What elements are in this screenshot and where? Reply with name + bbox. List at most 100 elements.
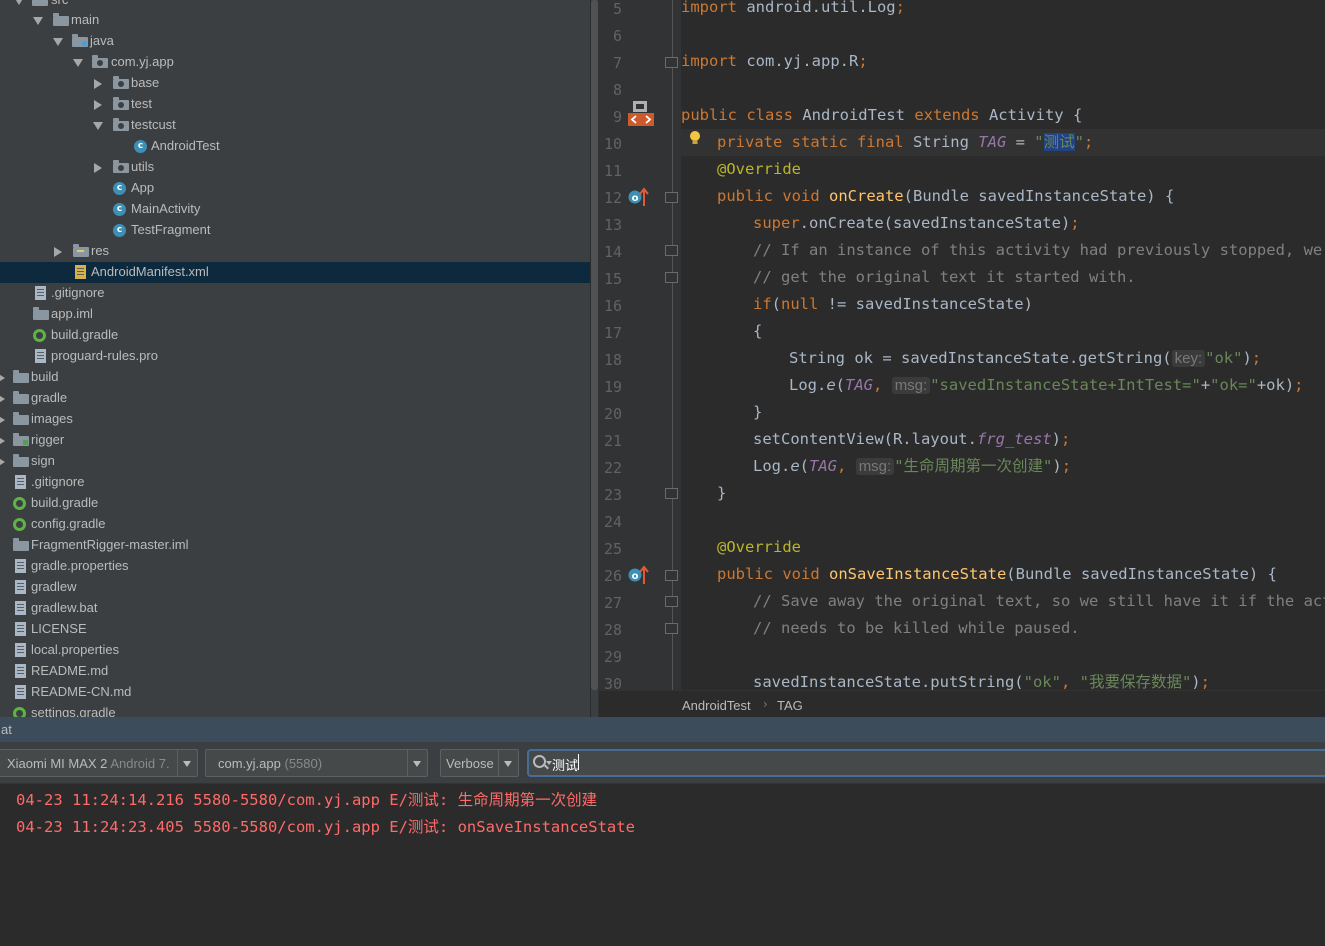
code-line[interactable]: import android.util.Log; <box>681 0 1325 21</box>
logcat-search-input[interactable]: 测试 <box>527 749 1325 777</box>
tree-row-root-gitignore[interactable]: .gitignore <box>0 472 590 493</box>
tree-row-settings-gradle[interactable]: settings.gradle <box>0 703 590 717</box>
tree-row-utils[interactable]: utils <box>0 157 590 178</box>
log-line[interactable]: 04-23 11:24:23.405 5580-5580/com.yj.app … <box>16 815 635 837</box>
expand-arrow-icon[interactable] <box>33 17 43 25</box>
tree-row-local-properties[interactable]: local.properties <box>0 640 590 661</box>
tree-row-java[interactable]: java <box>0 31 590 52</box>
tree-row-root-build-gradle[interactable]: build.gradle <box>0 493 590 514</box>
tree-row-gradle-properties[interactable]: gradle.properties <box>0 556 590 577</box>
tree-row-gitignore[interactable]: .gitignore <box>0 283 590 304</box>
tree-row-base[interactable]: base <box>0 73 590 94</box>
code-line[interactable]: { <box>681 318 1325 345</box>
tree-row-main[interactable]: main <box>0 10 590 31</box>
tree-row-readme-cn[interactable]: README-CN.md <box>0 682 590 703</box>
fold-marker-icon[interactable] <box>665 570 678 581</box>
code-line[interactable]: // get the original text it started with… <box>681 264 1325 291</box>
tree-row-testcust[interactable]: testcust <box>0 115 590 136</box>
tree-row-build-gradle[interactable]: build.gradle <box>0 325 590 346</box>
code-line[interactable]: public void onSaveInstanceState(Bundle s… <box>681 561 1325 588</box>
code-line[interactable]: public class AndroidTest extends Activit… <box>681 102 1325 129</box>
tree-row-androidmanifest[interactable]: AndroidManifest.xml <box>0 262 590 283</box>
chevron-down-icon[interactable] <box>177 750 197 776</box>
tree-row-gradlew[interactable]: gradlew <box>0 577 590 598</box>
fold-marker-icon[interactable] <box>665 57 678 68</box>
expand-arrow-icon[interactable] <box>14 0 24 5</box>
tree-row-testfragment[interactable]: c TestFragment <box>0 220 590 241</box>
tree-row-mainactivity[interactable]: c MainActivity <box>0 199 590 220</box>
code-line[interactable]: private static final String TAG = "测试"; <box>681 129 1325 156</box>
tree-row-license[interactable]: LICENSE <box>0 619 590 640</box>
expand-arrow-icon[interactable] <box>73 59 83 67</box>
tree-row-androidtest[interactable]: c AndroidTest <box>0 136 590 157</box>
collapse-arrow-icon[interactable] <box>54 247 62 257</box>
code-line[interactable]: Log.e(TAG, msg: "savedInstanceState+IntTe… <box>681 372 1325 399</box>
collapse-arrow-icon[interactable] <box>0 394 5 404</box>
tree-row-package[interactable]: com.yj.app <box>0 52 590 73</box>
tree-scrollbar[interactable] <box>591 0 598 717</box>
code-line[interactable]: import com.yj.app.R; <box>681 48 1325 75</box>
code-line[interactable]: savedInstanceState.putString("ok", "我要保存… <box>681 669 1325 690</box>
tree-row-test[interactable]: test <box>0 94 590 115</box>
chevron-down-icon[interactable] <box>498 750 518 776</box>
file-icon <box>35 349 46 363</box>
tree-row-res[interactable]: res <box>0 241 590 262</box>
tree-row-rigger[interactable]: rigger <box>0 430 590 451</box>
tree-row-proguard[interactable]: proguard-rules.pro <box>0 346 590 367</box>
code-line[interactable]: setContentView(R.layout.frg_test); <box>681 426 1325 453</box>
log-line[interactable]: 04-23 11:24:14.216 5580-5580/com.yj.app … <box>16 788 597 810</box>
code-line[interactable]: @Override <box>681 156 1325 183</box>
tree-row-build[interactable]: build <box>0 367 590 388</box>
code-line[interactable]: Log.e(TAG, msg: "生命周期第一次创建"); <box>681 453 1325 480</box>
search-input-value[interactable]: 测试 <box>552 755 578 774</box>
fold-marker-icon[interactable] <box>665 488 678 499</box>
fold-marker-icon[interactable] <box>665 623 678 634</box>
code-line[interactable]: super.onCreate(savedInstanceState); <box>681 210 1325 237</box>
expand-arrow-icon[interactable] <box>53 38 63 46</box>
fold-marker-icon[interactable] <box>665 596 678 607</box>
code-line[interactable]: if(null != savedInstanceState) <box>681 291 1325 318</box>
tree-row-app[interactable]: c App <box>0 178 590 199</box>
code-line[interactable]: } <box>681 480 1325 507</box>
tree-row-gradle[interactable]: gradle <box>0 388 590 409</box>
process-select[interactable]: com.yj.app (5580) <box>205 749 428 777</box>
log-level-select[interactable]: Verbose <box>440 749 519 777</box>
override-method-icon[interactable]: o <box>628 186 652 208</box>
collapse-arrow-icon[interactable] <box>94 100 102 110</box>
fold-marker-icon[interactable] <box>665 245 678 256</box>
tree-scrollbar-thumb[interactable] <box>591 0 598 690</box>
code-line[interactable]: @Override <box>681 534 1325 561</box>
tree-row-images[interactable]: images <box>0 409 590 430</box>
code-line[interactable]: // needs to be killed while paused. <box>681 615 1325 642</box>
device-select[interactable]: Xiaomi MI MAX 2 Android 7. <box>0 749 198 777</box>
collapse-arrow-icon[interactable] <box>0 436 5 446</box>
collapse-arrow-icon[interactable] <box>0 457 5 467</box>
tree-row-sign[interactable]: sign <box>0 451 590 472</box>
layout-preview-icon[interactable] <box>628 101 656 129</box>
collapse-arrow-icon[interactable] <box>94 163 102 173</box>
tree-row-app-iml[interactable]: app.iml <box>0 304 590 325</box>
collapse-arrow-icon[interactable] <box>0 415 5 425</box>
override-method-icon[interactable]: o <box>628 564 652 586</box>
code-line[interactable]: public void onCreate(Bundle savedInstanc… <box>681 183 1325 210</box>
code-comment: // Save away the original text, so we st… <box>753 592 1325 610</box>
chevron-down-icon[interactable] <box>407 750 427 776</box>
collapse-arrow-icon[interactable] <box>0 373 5 383</box>
code-line[interactable]: String ok = savedInstanceState.getString… <box>681 345 1325 372</box>
tree-row-iml[interactable]: FragmentRigger-master.iml <box>0 535 590 556</box>
tree-row-gradlew-bat[interactable]: gradlew.bat <box>0 598 590 619</box>
breadcrumb-item-class[interactable]: AndroidTest <box>682 698 751 713</box>
project-tree: src main java com.yj.app base test testc… <box>0 0 590 717</box>
fold-marker-icon[interactable] <box>665 192 678 203</box>
code-line[interactable]: } <box>681 399 1325 426</box>
search-icon[interactable] <box>533 755 546 768</box>
breadcrumb-item-field[interactable]: TAG <box>777 698 803 713</box>
expand-arrow-icon[interactable] <box>93 122 103 130</box>
code-line[interactable]: // If an instance of this activity had p… <box>681 237 1325 264</box>
logcat-output[interactable]: 04-23 11:24:14.216 5580-5580/com.yj.app … <box>0 784 1325 946</box>
collapse-arrow-icon[interactable] <box>94 79 102 89</box>
fold-marker-icon[interactable] <box>665 272 678 283</box>
code-line[interactable]: // Save away the original text, so we st… <box>681 588 1325 615</box>
tree-row-config-gradle[interactable]: config.gradle <box>0 514 590 535</box>
tree-row-readme[interactable]: README.md <box>0 661 590 682</box>
